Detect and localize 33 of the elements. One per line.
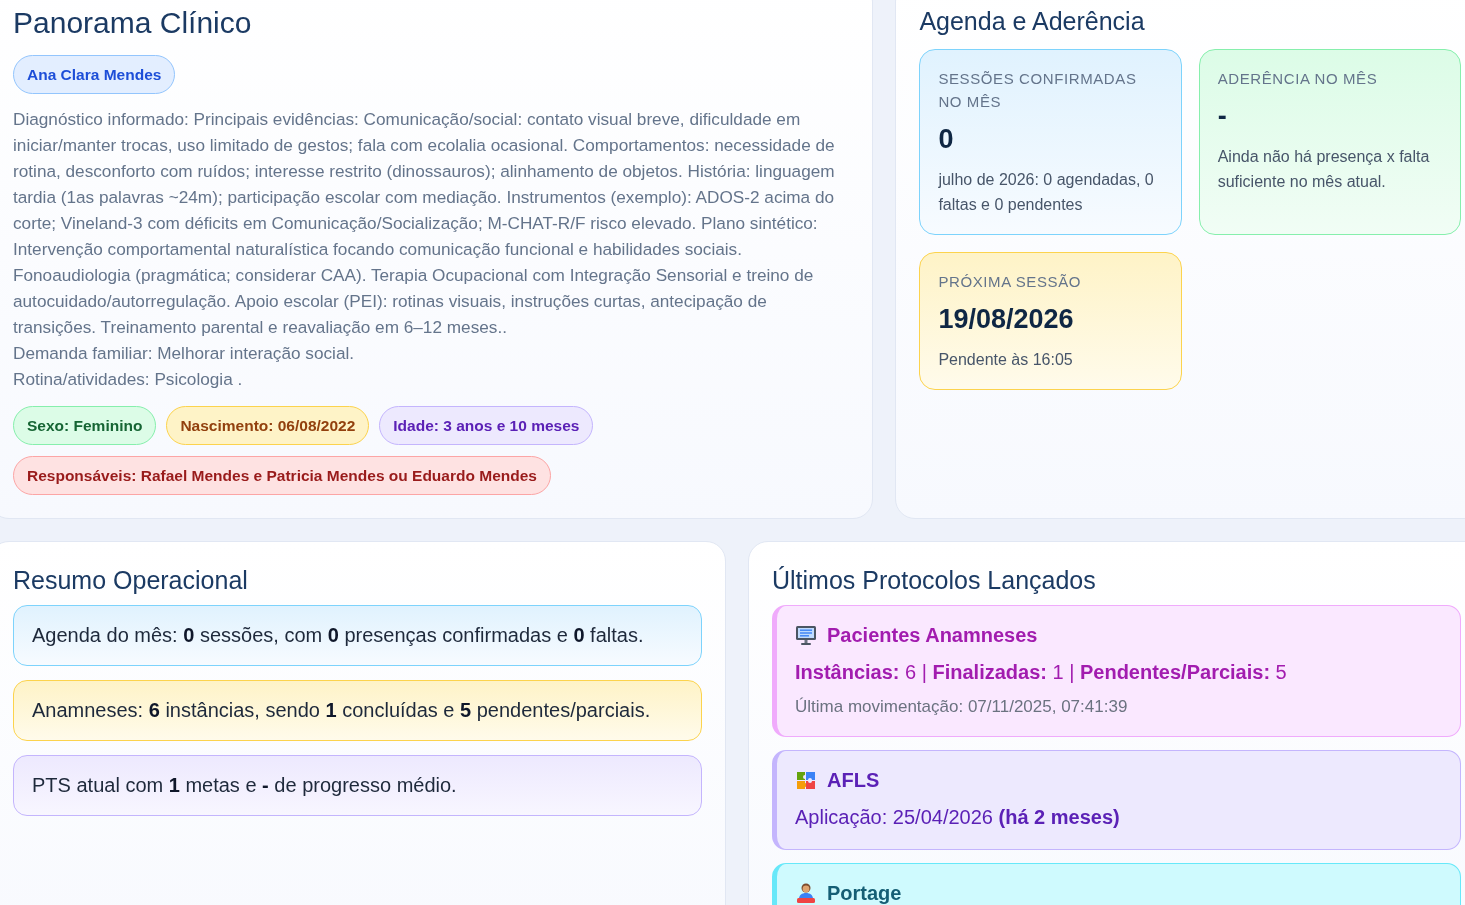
routine-text: Rotina/atividades: Psicologia . [13, 368, 244, 391]
protocol-stats-text: Instâncias: 6 | Finalizadas: 1 | Pendentes/Parciais: 5 [795, 660, 1288, 685]
protocol-meta-text: Última movimentação: 07/11/2025, 07:41:39 [795, 696, 1129, 718]
info-tag: Sexo: Feminino [13, 406, 157, 445]
stat-label: PRÓXIMA SESSÃO [938, 272, 1082, 292]
stat-detail: Ainda não há presença x falta suficiente no mês atual. [1217, 147, 1431, 192]
stat-label: ADERÊNCIA NO MÊS [1217, 69, 1379, 89]
stat-detail: julho de 2026: 0 agendadas, 0 faltas e 0 pendentes [938, 170, 1155, 215]
summary-note: Anamneses: 6 instâncias, sendo 1 concluídas e 5 pendentes/parciais. [13, 680, 702, 741]
family-demand-text: Demanda familiar: Melhorar interação social. [13, 342, 356, 365]
protocol-stats-text: Aplicação: 25/04/2026 (há 2 meses) [795, 805, 1121, 830]
monitor-icon [795, 624, 817, 646]
info-tag: Idade: 3 anos e 10 meses [379, 406, 594, 445]
stat-value: - [1217, 100, 1228, 133]
summary-note: Agenda do mês: 0 sessões, com 0 presenças confirmadas e 0 faltas. [13, 605, 702, 666]
section-title: Resumo Operacional [13, 565, 249, 595]
protocol-title: Portage [827, 882, 902, 904]
protocol-title: Pacientes Anamneses [827, 624, 1038, 646]
person-icon [795, 882, 817, 904]
stat-value: 0 [938, 123, 955, 156]
stat-detail: Pendente às 16:05 [938, 350, 1074, 370]
info-tag: Responsáveis: Rafael Mendes e Patricia Mendes ou Eduardo Mendes [13, 456, 551, 495]
section-title: Últimos Protocolos Lançados [772, 565, 1097, 595]
patient-name-tag: Ana Clara Mendes [13, 55, 176, 94]
stat-label: SESSÕES CONFIRMADAS NO MÊS [938, 69, 1138, 112]
diagnosis-text: Diagnóstico informado: Principais evidências: Comunicação/social: contato visual breve, dificuldade em iniciar/manter trocas, uso limitado de gestos; fala com ecolalia ocasional. Comportamentos: necessidade de rotina, desconforto com ruídos; interesse restrito (dinossauros); alinhamento de objetos. História: linguagem tardia (1as palavras ~24m); participação escolar com mediação. Instrumentos (exemplo): ADOS-2 acima do corte; Vineland-3 com déficits em Comunicação/Socialização; M-CHAT-R/F risco elevado. Plano sintético: Intervenção comportamental naturalística focando comunicação funcional e habilidades sociais. Fonoaudiologia (pragmática; considerar CAA). Terapia Ocupacional com Integração Sensorial e treino de autocuidado/autorregulação. Apoio escolar (PEI): rotinas visuais, instruções curtas, antecipação de transições. Treinamento parental e reavaliação em 6–12 meses.. [13, 108, 836, 339]
summary-note: PTS atual com 1 metas e - de progresso médio. [13, 755, 702, 816]
section-title: Panorama Clínico [13, 6, 253, 40]
protocol-title: AFLS [827, 769, 880, 791]
stat-value: 19/08/2026 [938, 303, 1075, 336]
section-title: Agenda e Aderência [919, 6, 1146, 36]
info-tag: Nascimento: 06/08/2022 [166, 406, 370, 445]
puzzle-icon [795, 769, 817, 791]
